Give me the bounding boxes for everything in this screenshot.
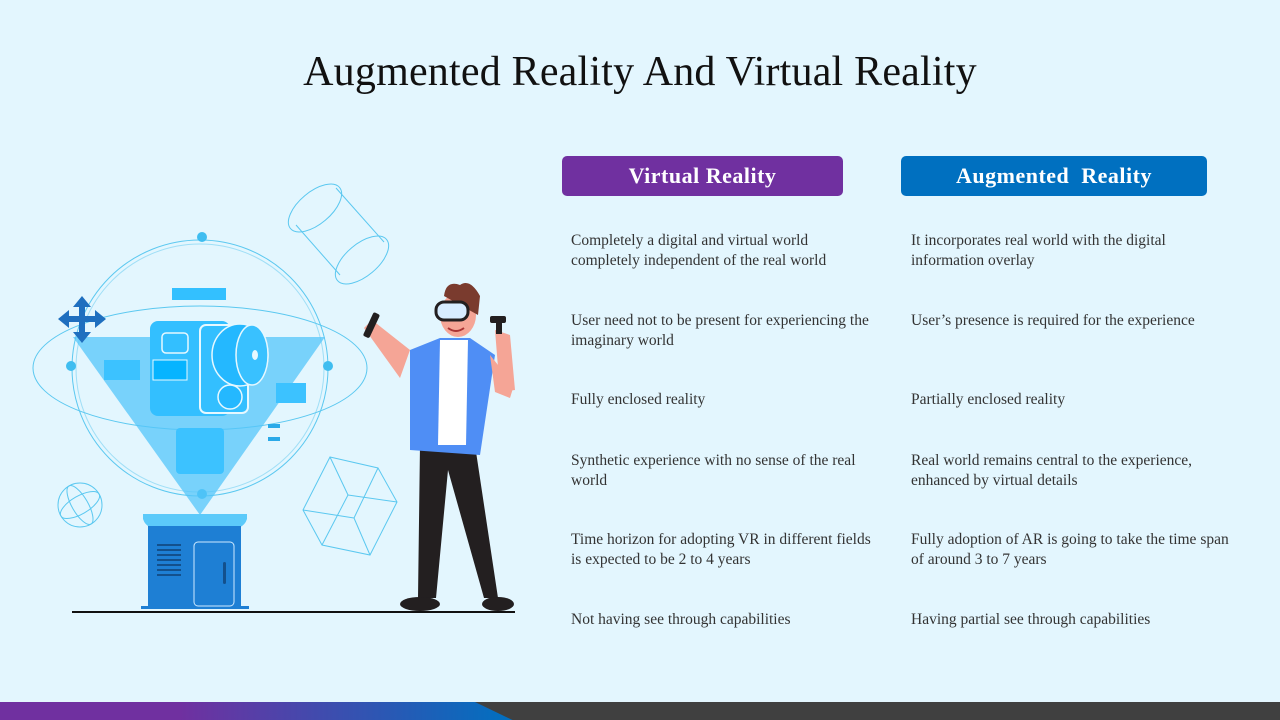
person-with-vr-headset <box>363 283 515 611</box>
move-arrows-icon <box>58 296 106 343</box>
virtual-reality-header: Virtual Reality <box>562 156 843 196</box>
vr-item: Synthetic experience with no sense of th… <box>571 452 856 489</box>
ar-item: Partially enclosed reality <box>911 391 1066 408</box>
footer-bar <box>0 702 1280 720</box>
ar-item: Having partial see through capabilities <box>911 611 1151 628</box>
slide-title: Augmented Reality And Virtual Reality <box>303 49 977 95</box>
projector-base-icon <box>141 514 249 609</box>
vr-ar-illustration <box>32 183 515 613</box>
vr-item: Completely a digital and virtual world c… <box>571 232 827 269</box>
ar-item: It incorporates real world with the digi… <box>911 232 1166 269</box>
ar-item: Fully adoption of AR is going to take th… <box>911 531 1229 568</box>
vr-item: Time horizon for adopting VR in differen… <box>571 531 871 568</box>
wireframe-cube-icon <box>302 456 398 556</box>
vr-item: Not having see through capabilities <box>571 611 791 628</box>
wireframe-cylinder-icon <box>287 183 390 285</box>
wireframe-sphere-icon <box>57 482 103 528</box>
augmented-reality-header: Augmented Reality <box>901 156 1207 196</box>
vr-item: Fully enclosed reality <box>571 391 706 408</box>
ar-item: User’s presence is required for the expe… <box>911 312 1195 329</box>
vr-item: User need not to be present for experien… <box>571 312 869 349</box>
ar-item: Real world remains central to the experi… <box>911 452 1193 489</box>
